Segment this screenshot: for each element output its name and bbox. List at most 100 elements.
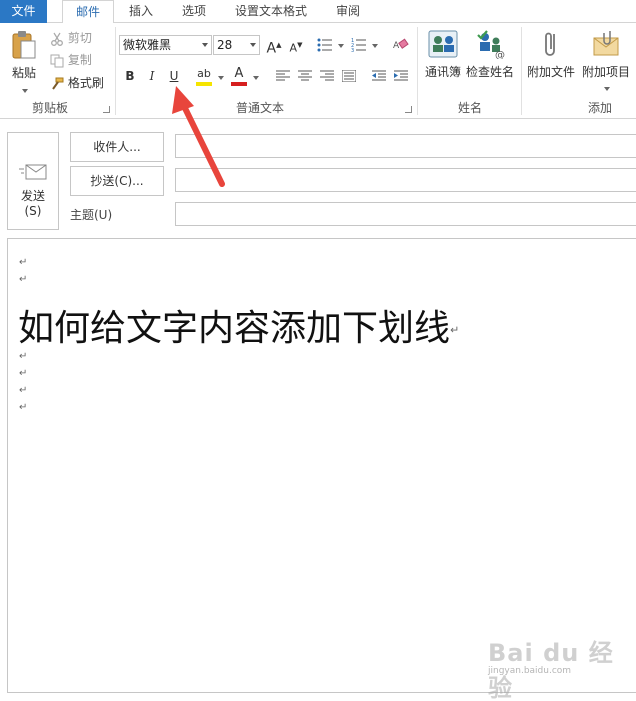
justify-button[interactable] (340, 66, 358, 86)
attach-file-label: 附加文件 (526, 65, 575, 79)
copy-label: 复制 (67, 53, 92, 67)
cut-label: 剪切 (67, 31, 92, 45)
address-book-icon (428, 30, 458, 58)
group-separator (115, 27, 116, 115)
to-button[interactable]: 收件人... (70, 132, 164, 162)
tab-file[interactable]: 文件 (0, 0, 47, 23)
highlighter-icon: ab (197, 67, 211, 80)
bold-icon: B (125, 69, 135, 83)
check-names-label: 检查姓名 (465, 65, 514, 79)
paragraph-mark: ↵ (19, 274, 28, 285)
format-painter-button[interactable]: 格式刷 (50, 73, 104, 93)
align-left-icon (276, 70, 290, 81)
align-center-icon (298, 70, 312, 81)
paste-icon (12, 31, 36, 59)
address-book-label: 通讯簿 (424, 65, 461, 79)
bold-button[interactable]: B (121, 66, 139, 86)
indent-icon (394, 70, 408, 81)
outdent-icon (372, 70, 386, 81)
font-size-value: 28 (217, 38, 233, 52)
attach-item-label: 附加项目 (581, 65, 630, 79)
clipboard-group-label: 剪贴板 (31, 101, 68, 115)
numbering-button[interactable]: 1 2 3 (350, 35, 368, 55)
align-center-button[interactable] (296, 66, 314, 86)
chevron-down-icon[interactable] (372, 44, 378, 48)
chevron-down-icon[interactable] (253, 76, 259, 80)
to-field[interactable] (175, 134, 636, 158)
italic-button[interactable]: I (143, 66, 161, 86)
svg-text:@: @ (495, 50, 505, 59)
align-right-icon (320, 70, 334, 81)
paste-button[interactable]: 粘贴 (6, 29, 42, 95)
copy-button[interactable]: 复制 (50, 50, 92, 70)
cut-button[interactable]: 剪切 (50, 28, 92, 48)
chevron-down-icon (202, 43, 208, 47)
paragraph-mark: ↵ (19, 368, 28, 379)
annotation-arrow-shaft (179, 99, 225, 187)
message-body[interactable]: ↵ ↵ 如何给文字内容添加下划线↵ ↵ ↵ ↵ ↵ (7, 238, 636, 693)
watermark-url: jingyan.baidu.com (488, 666, 572, 676)
chevron-down-icon (250, 43, 256, 47)
font-name-combo[interactable]: 微软雅黑 (119, 35, 212, 55)
paragraph-mark: ↵ (19, 402, 28, 413)
paragraph-mark: ↵ (19, 257, 28, 268)
tab-review[interactable]: 审阅 (326, 0, 370, 23)
attach-item-button[interactable]: 附加项目 (580, 29, 632, 91)
copy-icon (50, 54, 64, 67)
scissors-icon (51, 32, 63, 46)
italic-icon: I (149, 69, 155, 83)
format-painter-label: 格式刷 (67, 76, 104, 90)
shrink-font-button[interactable]: A▼ (287, 35, 305, 55)
font-color-icon: A (234, 66, 244, 81)
address-book-button[interactable]: 通讯簿 (422, 29, 464, 80)
send-button[interactable]: 发送 (S) (7, 132, 59, 230)
clear-formatting-button[interactable]: A (392, 35, 410, 55)
decrease-indent-button[interactable] (370, 66, 388, 86)
tab-options[interactable]: 选项 (172, 0, 216, 23)
group-separator (417, 27, 418, 115)
basic-text-launcher-icon[interactable] (405, 106, 412, 113)
increase-indent-button[interactable] (392, 66, 410, 86)
bullet-list-icon (317, 38, 332, 52)
paragraph-mark: ↵ (19, 351, 28, 362)
grow-font-icon: A (266, 40, 277, 57)
justify-icon (341, 69, 357, 83)
include-group-label: 添加 (587, 101, 612, 115)
bullets-button[interactable] (316, 35, 334, 55)
numbered-list-icon: 1 2 3 (351, 38, 366, 54)
clipboard-launcher-icon[interactable] (103, 106, 110, 113)
font-size-combo[interactable]: 28 (213, 35, 260, 55)
subject-field[interactable] (175, 202, 636, 226)
shrink-font-icon: A (289, 41, 298, 55)
check-names-button[interactable]: @ 检查姓名 (464, 29, 516, 80)
svg-text:A: A (393, 41, 400, 51)
annotation-arrow-head (172, 86, 194, 114)
tab-insert[interactable]: 插入 (120, 0, 162, 23)
paperclip-icon (545, 32, 555, 56)
baidu-jingyan-watermark: Bai du 经验 jingyan.baidu.com (488, 633, 636, 701)
cc-field[interactable] (175, 168, 636, 192)
tab-message[interactable]: 邮件 (62, 0, 114, 24)
chevron-down-icon[interactable] (338, 44, 344, 48)
check-names-icon: @ (477, 30, 505, 59)
cc-button[interactable]: 抄送(C)... (70, 166, 164, 196)
envelope-paperclip-icon (593, 31, 619, 56)
send-label: 发送 (20, 189, 45, 203)
tab-format-text[interactable]: 设置文本格式 (226, 0, 316, 23)
body-headline: 如何给文字内容添加下划线↵ (18, 299, 459, 351)
align-right-button[interactable] (318, 66, 336, 86)
chevron-down-icon (604, 87, 610, 91)
font-name-value: 微软雅黑 (123, 38, 172, 52)
ribbon-tab-bar: 文件 邮件 插入 选项 设置文本格式 审阅 (0, 0, 636, 24)
subject-label: 主题(U) (70, 208, 113, 222)
svg-text:3: 3 (351, 48, 354, 52)
send-shortcut-label: (S) (24, 204, 42, 218)
attach-file-button[interactable]: 附加文件 (526, 29, 576, 80)
grow-font-button[interactable]: A▲ (265, 35, 283, 57)
eraser-icon: A (393, 38, 409, 51)
annotation-arrow (172, 86, 225, 187)
align-left-button[interactable] (274, 66, 292, 86)
paragraph-mark: ↵ (19, 385, 28, 396)
send-envelope-icon (19, 164, 47, 180)
paragraph-mark: ↵ (450, 323, 460, 337)
